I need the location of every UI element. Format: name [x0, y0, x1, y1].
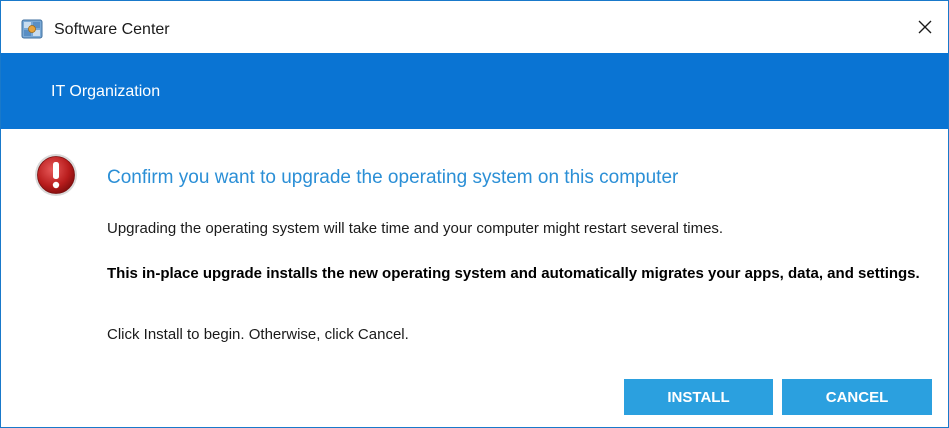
software-center-icon: [21, 19, 43, 39]
software-center-window: Software Center IT Organization Confirm …: [0, 0, 949, 428]
install-button[interactable]: INSTALL: [624, 379, 773, 415]
instruction-text: Click Install to begin. Otherwise, click…: [107, 326, 409, 343]
title-bar[interactable]: Software Center: [1, 1, 948, 53]
cancel-button[interactable]: CANCEL: [782, 379, 932, 415]
error-exclamation-icon: [33, 152, 79, 198]
organization-banner: IT Organization: [1, 53, 948, 129]
in-place-upgrade-notice: This in-place upgrade installs the new o…: [107, 265, 920, 282]
close-icon: [917, 19, 933, 40]
dialog-heading: Confirm you want to upgrade the operatin…: [107, 167, 679, 188]
dialog-content: Confirm you want to upgrade the operatin…: [1, 129, 948, 427]
window-title: Software Center: [54, 21, 170, 38]
close-button[interactable]: [902, 9, 948, 49]
organization-name: IT Organization: [51, 83, 161, 100]
upgrade-time-notice: Upgrading the operating system will take…: [107, 220, 724, 237]
